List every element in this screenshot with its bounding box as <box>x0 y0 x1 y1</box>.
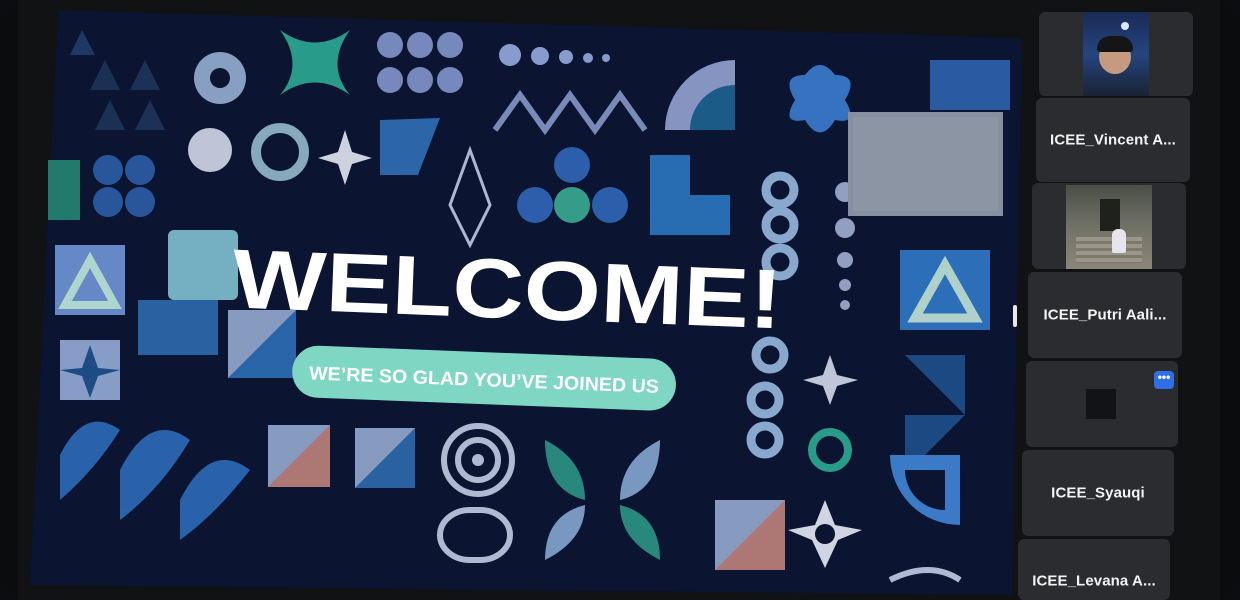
video-call-scene: WELCOME! WE’RE SO GLAD YOU’VE JOINED US … <box>0 0 1240 600</box>
participant-name: ICEE_Putri Aali... <box>1043 306 1167 324</box>
panel-divider-handle[interactable] <box>1013 305 1017 327</box>
more-options-icon[interactable]: ••• <box>1154 371 1174 389</box>
participant-video <box>1083 12 1149 96</box>
participant-tile-video-2[interactable] <box>1032 183 1186 269</box>
participant-name: ICEE_Vincent A... <box>1050 131 1176 149</box>
temple-doorway <box>1100 199 1120 231</box>
person-figure <box>1112 229 1126 253</box>
participant-video <box>1066 185 1152 269</box>
participant-tile-video-off[interactable]: ••• <box>1026 361 1178 447</box>
participant-hair <box>1097 36 1133 52</box>
participant-tile-vincent[interactable]: ICEE_Vincent A... <box>1036 98 1190 182</box>
temple-steps <box>1076 237 1142 263</box>
video-off-placeholder <box>1086 389 1116 419</box>
ceiling-light <box>1121 22 1129 30</box>
participant-tile-levana[interactable]: ICEE_Levana A... <box>1018 539 1170 600</box>
participant-tile-syauqi[interactable]: ICEE_Syauqi <box>1022 450 1174 536</box>
participant-tile-video-1[interactable] <box>1039 12 1193 96</box>
participant-name: ICEE_Syauqi <box>1051 484 1145 502</box>
participant-name: ICEE_Levana A... <box>1032 572 1156 590</box>
participant-tile-putri[interactable]: ICEE_Putri Aali... <box>1028 272 1182 358</box>
